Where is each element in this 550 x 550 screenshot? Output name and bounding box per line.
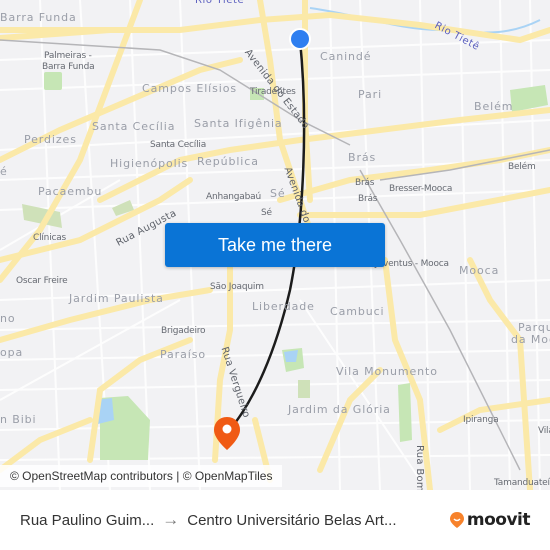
label-santa-cecilia-district: Santa Cecília: [92, 120, 176, 133]
route-footer: Rua Paulino Guim... → Centro Universitár…: [0, 490, 550, 550]
label-parque-2: da Mooca: [511, 333, 550, 346]
label-campos-eliseos: Campos Elísios: [142, 82, 237, 95]
destination-label: Centro Universitário Belas Art...: [187, 511, 397, 529]
label-republica: República: [197, 155, 259, 168]
label-caninde: Canindé: [320, 50, 372, 63]
moovit-logo: moovit: [449, 510, 531, 530]
label-tamanduatei: Tamanduateí: [494, 478, 550, 488]
label-palmeiras-1: Palmeiras -: [44, 51, 92, 61]
origin-label: Rua Paulino Guim...: [20, 511, 155, 529]
label-paraiso: Paraíso: [160, 348, 206, 361]
label-pacaembu: Pacaembu: [38, 185, 103, 198]
label-left-edge-2: no: [0, 312, 16, 325]
origin-marker-icon[interactable]: [289, 28, 311, 50]
moovit-pin-icon: [449, 512, 464, 528]
take-me-there-button[interactable]: Take me there: [165, 223, 385, 267]
label-vila-monumento: Vila Monumento: [336, 365, 438, 378]
label-left-edge-1: é: [0, 165, 8, 178]
label-oscar-freire: Oscar Freire: [16, 276, 68, 286]
label-bras-station-2: Brás: [358, 194, 378, 204]
label-santa-cecilia-station: Santa Cecília: [150, 140, 207, 150]
label-parque-1: Parque: [518, 321, 550, 334]
label-bresser-mooca: Bresser-Mooca: [389, 184, 453, 194]
label-anhangabau: Anhangabaú: [206, 192, 261, 202]
label-jardim-bibi: n Bibi: [0, 413, 37, 426]
label-ipiranga: Ipiranga: [463, 415, 499, 425]
label-sao-joaquim: São Joaquim: [210, 282, 264, 292]
label-perdizes: Perdizes: [24, 133, 77, 146]
label-santa-ifigenia: Santa Ifigênia: [194, 117, 283, 130]
label-vila: Vila: [538, 426, 550, 436]
arrow-right-icon: →: [162, 510, 180, 529]
map[interactable]: Rio Tietê Rio Tietê Barra Funda Palmeira…: [0, 0, 550, 490]
label-europa: opa: [0, 346, 24, 359]
label-rua-bom: Rua Bom: [414, 445, 425, 490]
label-brigadeiro: Brigadeiro: [161, 326, 206, 336]
label-belem-station: Belém: [508, 162, 536, 172]
label-belem-district: Belém: [474, 100, 514, 113]
label-jardim-da-gloria: Jardim da Glória: [288, 403, 391, 416]
label-cambuci: Cambuci: [330, 305, 385, 318]
label-se-station: Sé: [261, 208, 272, 218]
label-juventus-mooca: Juventus - Mooca: [375, 259, 449, 269]
label-se-district: Sé: [270, 187, 286, 200]
label-clinicas: Clínicas: [33, 233, 67, 243]
label-pari: Pari: [358, 88, 383, 101]
label-barra-funda: Barra Funda: [0, 11, 77, 24]
label-mooca: Mooca: [459, 264, 500, 277]
label-liberdade: Liberdade: [252, 300, 315, 313]
label-jardim-paulista: Jardim Paulista: [69, 292, 164, 305]
label-bras-station-1: Brás: [355, 178, 375, 188]
label-rio-tiete-top: Rio Tietê: [195, 0, 245, 6]
destination-pin-icon[interactable]: [212, 416, 242, 452]
moovit-wordmark: moovit: [466, 510, 531, 530]
map-attribution[interactable]: © OpenStreetMap contributors | © OpenMap…: [0, 465, 283, 487]
label-palmeiras-2: Barra Funda: [42, 62, 95, 72]
label-bras-district: Brás: [348, 151, 377, 164]
label-higienopolis: Higienópolis: [110, 157, 189, 170]
